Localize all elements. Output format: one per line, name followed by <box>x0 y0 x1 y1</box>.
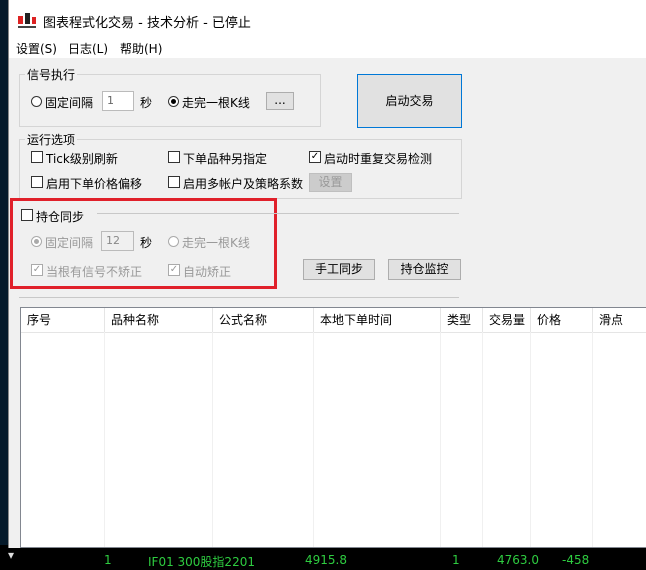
table-divider <box>19 297 459 298</box>
signal-bar-radio[interactable] <box>168 96 179 107</box>
column-divider <box>482 332 483 547</box>
column-divider <box>104 332 105 547</box>
column-divider <box>212 332 213 547</box>
column-header-order-time[interactable]: 本地下单时间 <box>314 308 441 332</box>
bg-row-index: 1 <box>104 553 112 567</box>
bg-row-name: IF01 300股指2201 <box>148 555 255 569</box>
signal-more-button[interactable]: ... <box>266 92 294 110</box>
column-header-index[interactable]: 序号 <box>21 308 105 332</box>
run-options-title: 运行选项 <box>25 131 78 148</box>
menu-bar: 设置(S) 日志(L) 帮助(H) <box>9 38 646 58</box>
bg-row-time: 4915.8 <box>305 553 347 567</box>
manual-sync-button[interactable]: 手工同步 <box>303 259 375 280</box>
position-bar-radio[interactable] <box>168 236 179 247</box>
order-variety-checkbox[interactable] <box>168 151 180 163</box>
run-settings-button[interactable]: 设置 <box>309 173 352 192</box>
tick-refresh-label: Tick级别刷新 <box>46 152 118 166</box>
column-header-formula[interactable]: 公式名称 <box>213 308 314 332</box>
price-offset-checkbox[interactable] <box>31 176 43 188</box>
scroll-down-icon: ▾ <box>8 548 15 562</box>
restart-check-checkbox[interactable]: ✓ <box>309 151 321 163</box>
title-bar[interactable]: 图表程式化交易 - 技术分析 - 已停止 <box>9 0 646 38</box>
signal-interval-input[interactable]: 1 <box>102 91 134 111</box>
position-sync-checkbox[interactable] <box>21 209 33 221</box>
column-divider <box>530 332 531 547</box>
position-unit-label: 秒 <box>140 236 153 250</box>
table-header-separator <box>21 332 646 333</box>
position-bar-label: 走完一根K线 <box>182 236 250 250</box>
no-correct-label: 当根有信号不矫正 <box>46 265 143 279</box>
signal-group-title: 信号执行 <box>25 66 78 83</box>
auto-correct-checkbox[interactable]: ✓ <box>168 264 180 276</box>
column-divider <box>313 332 314 547</box>
column-header-type[interactable]: 类型 <box>441 308 483 332</box>
position-interval-input[interactable]: 12 <box>101 231 134 251</box>
signal-fixed-radio[interactable] <box>31 96 42 107</box>
order-variety-label: 下单品种另指定 <box>183 152 268 166</box>
restart-check-label: 启动时重复交易检测 <box>324 152 433 166</box>
price-offset-label: 启用下单价格偏移 <box>46 177 143 191</box>
auto-correct-label: 自动矫正 <box>183 265 232 279</box>
menu-log[interactable]: 日志(L) <box>68 40 108 57</box>
signal-unit-label: 秒 <box>140 96 153 110</box>
trading-window: 图表程式化交易 - 技术分析 - 已停止 设置(S) 日志(L) 帮助(H) 信… <box>8 0 646 548</box>
column-header-slippage[interactable]: 滑点 <box>593 308 646 332</box>
position-sync-title: 持仓同步 <box>36 210 85 224</box>
window-title: 图表程式化交易 - 技术分析 - 已停止 <box>43 16 251 31</box>
no-correct-checkbox[interactable]: ✓ <box>31 264 43 276</box>
signal-bar-label: 走完一根K线 <box>182 96 250 110</box>
position-fixed-label: 固定间隔 <box>45 236 94 250</box>
column-header-volume[interactable]: 交易量 <box>483 308 531 332</box>
multi-account-label: 启用多帐户及策略系数 <box>183 177 304 191</box>
menu-help[interactable]: 帮助(H) <box>120 40 162 57</box>
multi-account-checkbox[interactable] <box>168 176 180 188</box>
bg-row-type: 1 <box>452 553 460 567</box>
tick-refresh-checkbox[interactable] <box>31 151 43 163</box>
menu-settings[interactable]: 设置(S) <box>16 40 57 57</box>
signal-fixed-label: 固定间隔 <box>45 96 94 110</box>
column-divider <box>592 332 593 547</box>
background-table-row: ▾ 1 IF01 300股指2201 4915.8 1 4763.0 -458 <box>0 545 646 569</box>
orders-table[interactable]: 序号 品种名称 公式名称 本地下单时间 类型 交易量 价格 滑点 <box>20 307 646 548</box>
bg-row-slip: -458 <box>562 553 590 567</box>
column-header-variety[interactable]: 品种名称 <box>105 308 213 332</box>
start-trading-button[interactable]: 启动交易 <box>357 74 462 128</box>
position-sync-divider <box>97 213 459 214</box>
column-header-price[interactable]: 价格 <box>531 308 593 332</box>
position-fixed-radio[interactable] <box>31 236 42 247</box>
bg-row-price: 4763.0 <box>497 553 539 567</box>
app-logo-icon <box>18 13 36 28</box>
position-monitor-button[interactable]: 持仓监控 <box>388 259 461 280</box>
column-divider <box>440 332 441 547</box>
